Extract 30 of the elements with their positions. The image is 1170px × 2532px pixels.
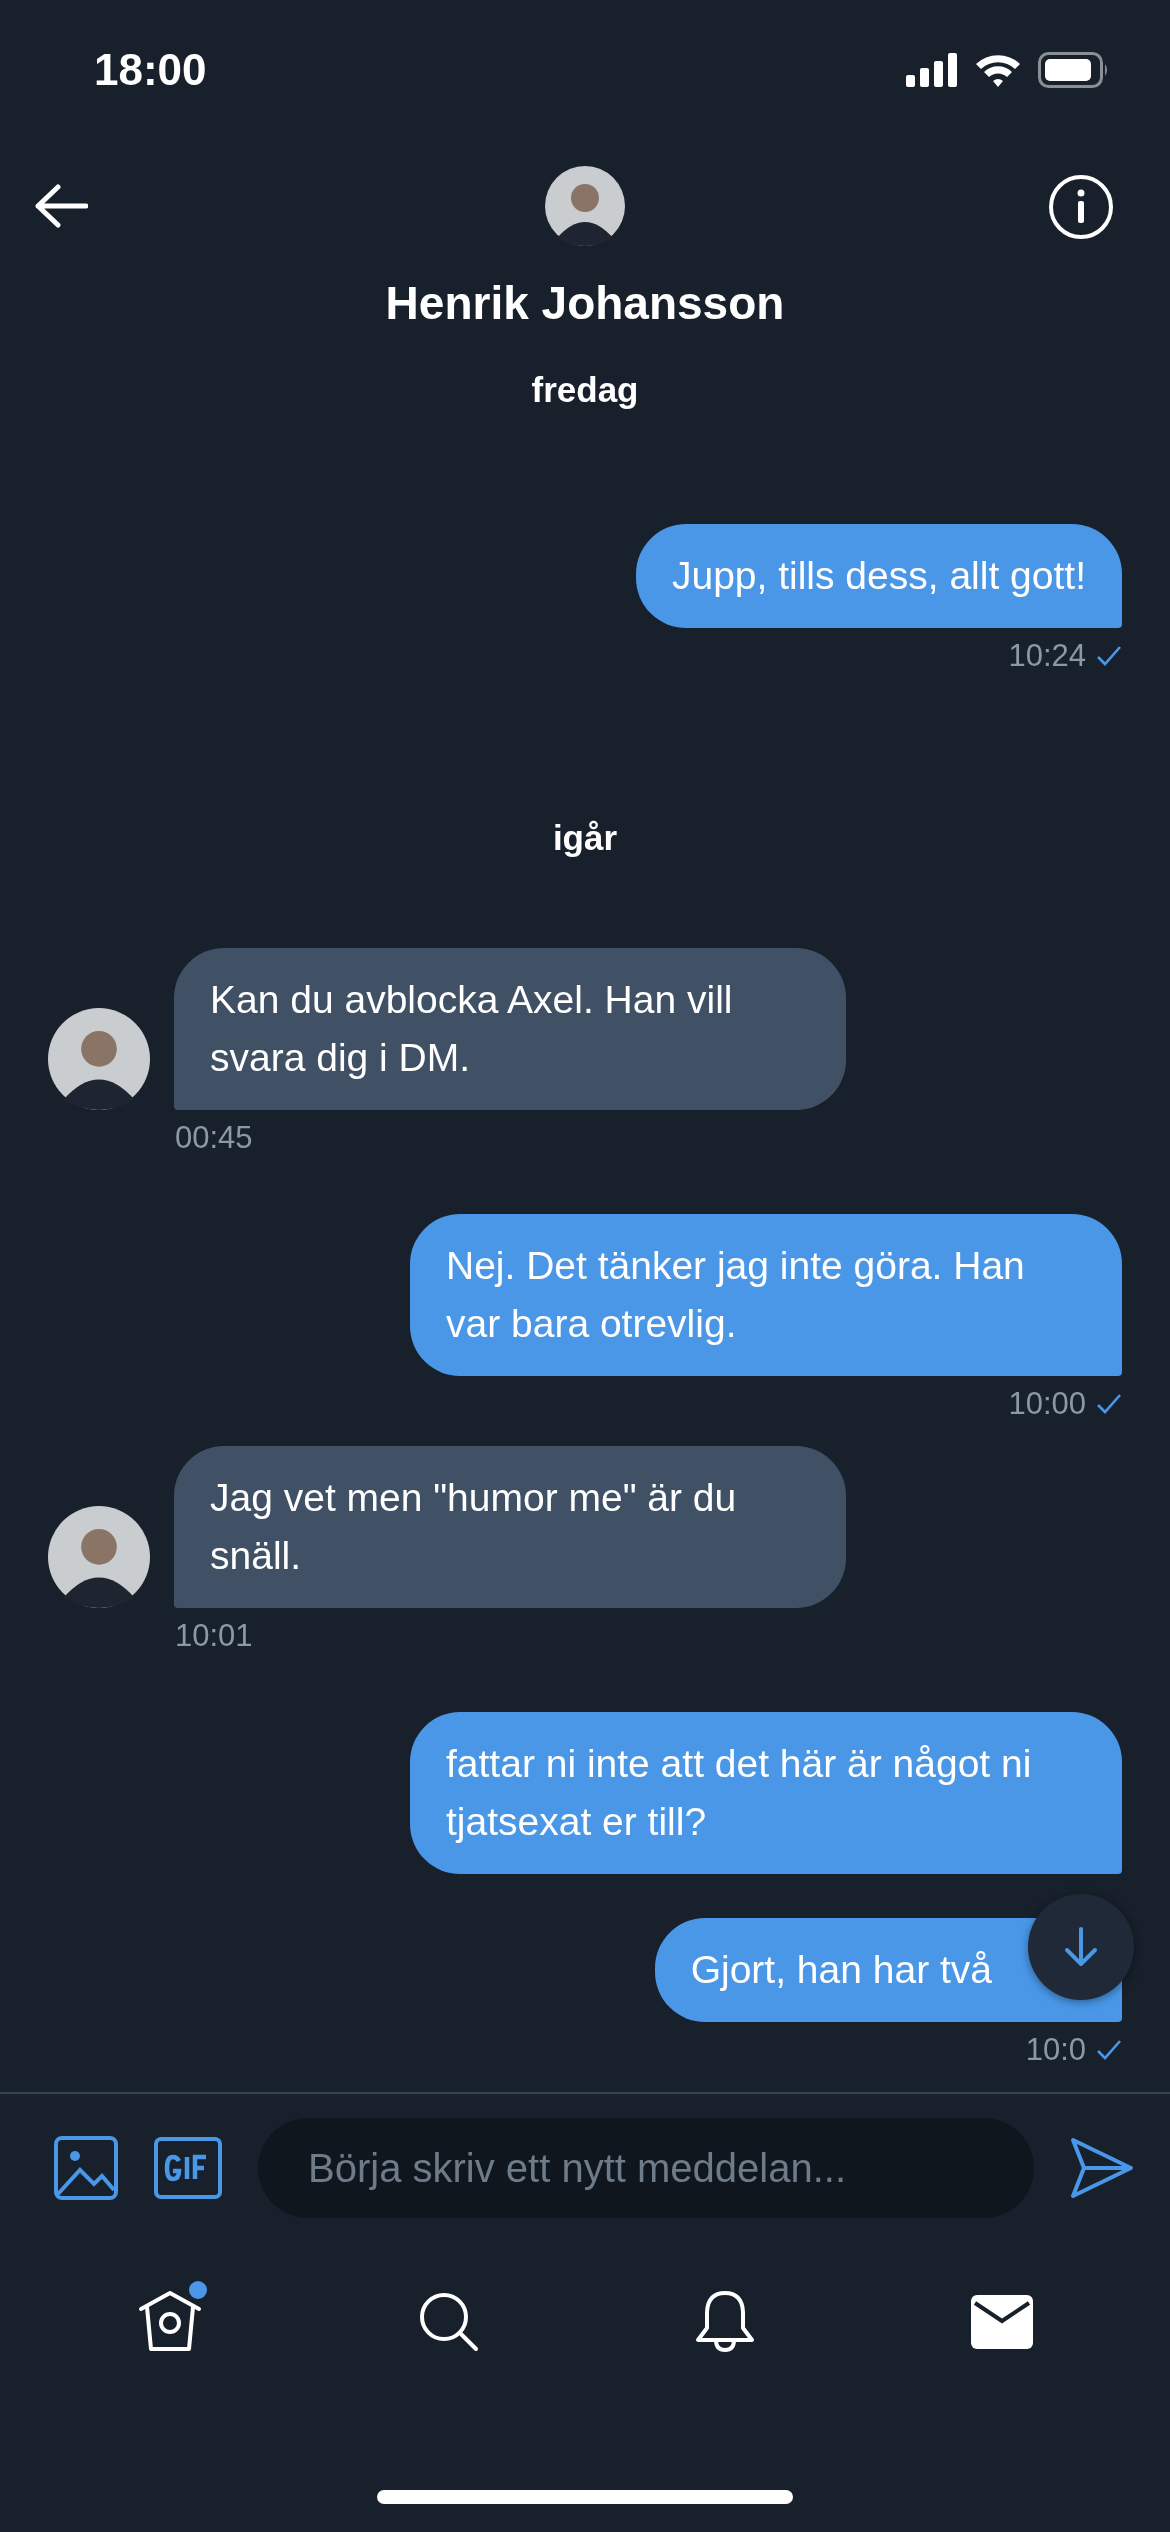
message-bubble: Nej. Det tänker jag inte göra. Han var bara otrevlig. [410, 1214, 1122, 1376]
gif-icon[interactable] [154, 2137, 222, 2199]
status-time: 18:00 [94, 45, 207, 95]
signal-icon [906, 53, 958, 87]
message-time: 00:45 [175, 1120, 253, 1156]
message-time: 10:01 [175, 1618, 253, 1654]
send-icon[interactable] [1070, 2137, 1134, 2199]
search-icon[interactable] [417, 2291, 480, 2353]
message-time: 10:00 [1008, 1386, 1086, 1422]
message-bubble: fattar ni inte att det här är något ni tjatsexat er till? [410, 1712, 1122, 1874]
avatar[interactable] [545, 166, 625, 246]
battery-icon [1038, 52, 1110, 88]
contact-name: Henrik Johansson [384, 276, 786, 330]
date-separator: fredag [530, 369, 640, 411]
message-bubble: Jupp, tills dess, allt gott! [635, 524, 1122, 628]
avatar[interactable] [48, 1506, 150, 1608]
info-icon[interactable] [1048, 174, 1114, 240]
image-icon[interactable] [54, 2136, 118, 2200]
wifi-icon [974, 52, 1022, 88]
date-separator: igår [551, 817, 619, 859]
message-bubble: Jag vet men "humor me" är du snäll. [174, 1446, 846, 1608]
mail-icon[interactable] [970, 2295, 1033, 2349]
avatar[interactable] [48, 1008, 150, 1110]
message-time: 10:0 [1025, 2032, 1086, 2068]
down-arrow-icon [1064, 1927, 1098, 1967]
message-bubble: Kan du avblocka Axel. Han vill svara dig i DM. [174, 948, 846, 1110]
message-input-field[interactable]: Börja skriv ett nytt meddelan... [258, 2118, 1034, 2218]
message-time: 10:24 [1008, 638, 1086, 674]
bell-icon[interactable] [694, 2290, 757, 2354]
back-arrow-icon[interactable] [34, 184, 88, 228]
